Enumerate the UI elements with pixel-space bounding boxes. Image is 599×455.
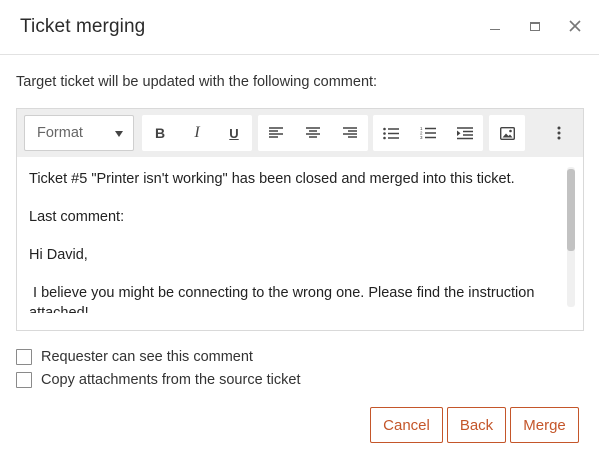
align-right-icon[interactable] — [332, 115, 368, 151]
editor-content[interactable]: Ticket #5 "Printer isn't working" has be… — [17, 157, 583, 313]
media-group — [489, 115, 525, 151]
copy-attachments-option[interactable]: Copy attachments from the source ticket — [16, 371, 301, 389]
format-dropdown[interactable]: Format — [24, 115, 134, 151]
image-icon[interactable] — [489, 115, 525, 151]
bold-button[interactable]: B — [142, 115, 178, 151]
text-style-group: B I U — [142, 115, 252, 151]
align-center-icon[interactable] — [295, 115, 331, 151]
back-button[interactable]: Back — [447, 407, 506, 443]
bullet-list-icon[interactable] — [373, 115, 409, 151]
comment-editor: Format B I U 1 2 3 Ticket #5 "Printer is… — [16, 108, 584, 331]
scrollbar-thumb[interactable] — [567, 169, 575, 251]
close-icon[interactable] — [566, 17, 584, 35]
underline-button[interactable]: U — [216, 115, 252, 151]
minimize-icon[interactable] — [486, 17, 504, 35]
cancel-button[interactable]: Cancel — [370, 407, 443, 443]
requester-visible-label: Requester can see this comment — [41, 349, 253, 365]
svg-text:3: 3 — [420, 135, 423, 140]
intro-text: Target ticket will be updated with the f… — [16, 74, 378, 90]
copy-attachments-label: Copy attachments from the source ticket — [41, 372, 301, 388]
content-line: attached! — [29, 305, 89, 313]
content-line: Hi David, — [29, 247, 88, 263]
requester-visible-option[interactable]: Requester can see this comment — [16, 348, 253, 366]
dialog-title: Ticket merging — [20, 16, 146, 37]
content-line: Ticket #5 "Printer isn't working" has be… — [29, 171, 515, 187]
editor-toolbar: Format B I U 1 2 3 — [17, 109, 583, 157]
merge-button[interactable]: Merge — [510, 407, 579, 443]
copy-attachments-checkbox[interactable] — [16, 372, 32, 388]
content-line: Last comment: — [29, 209, 125, 225]
maximize-icon[interactable] — [526, 17, 544, 35]
chevron-down-icon — [115, 131, 123, 137]
requester-visible-checkbox[interactable] — [16, 349, 32, 365]
content-line: I believe you might be connecting to the… — [29, 285, 535, 301]
numbered-list-icon[interactable]: 123 — [410, 115, 446, 151]
more-vertical-icon[interactable] — [541, 115, 577, 151]
indent-icon[interactable] — [447, 115, 483, 151]
align-left-icon[interactable] — [258, 115, 294, 151]
italic-button[interactable]: I — [179, 115, 215, 151]
format-dropdown-label: Format — [37, 125, 83, 141]
list-group: 123 — [373, 115, 483, 151]
title-bar: Ticket merging — [0, 0, 599, 55]
alignment-group — [258, 115, 368, 151]
editor-footer-strip — [17, 313, 583, 330]
ticket-merging-dialog: Ticket merging Target ticket will be upd… — [0, 0, 599, 455]
editor-scrollbar[interactable] — [567, 167, 575, 307]
